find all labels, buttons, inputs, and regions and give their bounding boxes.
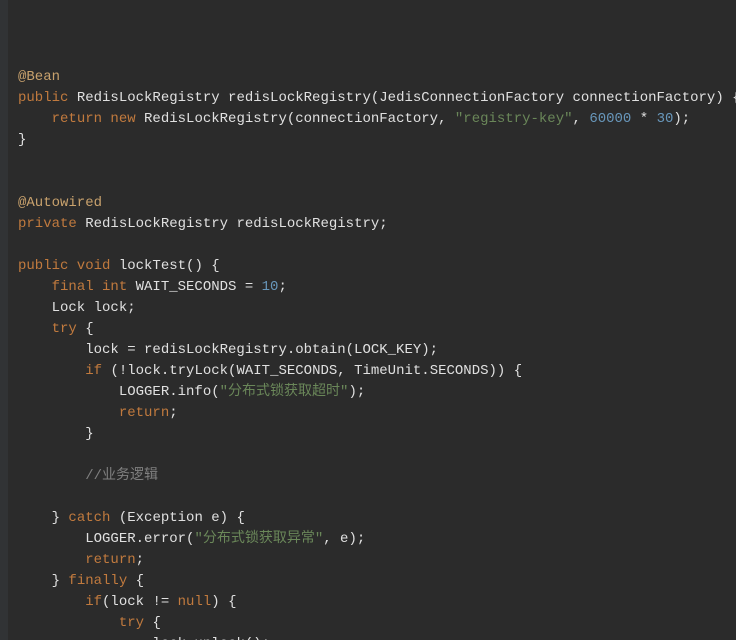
code-token: 10: [262, 279, 279, 295]
code-token: (Exception e) {: [119, 510, 245, 526]
code-editor[interactable]: @Bean public RedisLockRegistry redisLockR…: [0, 0, 736, 640]
code-token: if: [85, 594, 102, 610]
code-line: lock.unlock();: [18, 634, 736, 640]
code-line: lock = redisLockRegistry.obtain(LOCK_KEY…: [18, 340, 736, 361]
code-token: LOGGER.error(: [18, 531, 194, 547]
code-token: );: [673, 111, 690, 127]
code-line: try {: [18, 319, 736, 340]
code-token: [18, 405, 119, 421]
code-line: try {: [18, 613, 736, 634]
code-line: [18, 235, 736, 256]
code-line: //业务逻辑: [18, 466, 736, 487]
code-token: [18, 615, 119, 631]
code-token: *: [631, 111, 656, 127]
code-line: @Bean: [18, 67, 736, 88]
code-token: ,: [573, 111, 590, 127]
code-line: } finally {: [18, 571, 736, 592]
code-token: finally: [68, 573, 135, 589]
code-token: "registry-key": [455, 111, 573, 127]
code-token: lock.unlock();: [18, 636, 270, 640]
code-token: [18, 321, 52, 337]
code-token: lockTest() {: [119, 258, 220, 274]
code-token: [18, 594, 85, 610]
code-token: lock = redisLockRegistry.obtain(LOCK_KEY…: [18, 342, 438, 358]
code-line: return;: [18, 550, 736, 571]
code-line: [18, 172, 736, 193]
code-token: (!lock.tryLock(WAIT_SECONDS, TimeUnit.SE…: [110, 363, 522, 379]
code-line: public RedisLockRegistry redisLockRegist…: [18, 88, 736, 109]
code-token: ;: [169, 405, 177, 421]
code-token: ;: [278, 279, 286, 295]
code-line: }: [18, 424, 736, 445]
code-line: return new RedisLockRegistry(connectionF…: [18, 109, 736, 130]
code-token: {: [85, 321, 93, 337]
code-token: );: [348, 384, 365, 400]
code-token: if: [85, 363, 110, 379]
code-token: @Bean: [18, 69, 60, 85]
code-line: [18, 487, 736, 508]
code-token: 30: [657, 111, 674, 127]
code-token: RedisLockRegistry(connectionFactory,: [144, 111, 455, 127]
code-line: [18, 445, 736, 466]
code-token: 60000: [589, 111, 631, 127]
code-line: LOGGER.info("分布式锁获取超时");: [18, 382, 736, 403]
code-line: @Autowired: [18, 193, 736, 214]
code-token: "分布式锁获取异常": [194, 531, 323, 547]
code-line: if(lock != null) {: [18, 592, 736, 613]
code-line: private RedisLockRegistry redisLockRegis…: [18, 214, 736, 235]
code-token: [18, 363, 85, 379]
code-token: return: [85, 552, 135, 568]
code-token: final int: [52, 279, 136, 295]
code-token: {: [136, 573, 144, 589]
code-line: LOGGER.error("分布式锁获取异常", e);: [18, 529, 736, 550]
code-token: public void: [18, 258, 119, 274]
code-token: RedisLockRegistry redisLockRegistry(Jedi…: [77, 90, 736, 106]
code-token: LOGGER.info(: [18, 384, 220, 400]
code-token: [18, 111, 52, 127]
code-token: ) {: [211, 594, 236, 610]
code-line: final int WAIT_SECONDS = 10;: [18, 277, 736, 298]
code-token: @Autowired: [18, 195, 102, 211]
code-token: null: [178, 594, 212, 610]
code-token: }: [18, 132, 26, 148]
code-line: Lock lock;: [18, 298, 736, 319]
code-token: catch: [68, 510, 118, 526]
code-token: (lock !=: [102, 594, 178, 610]
code-line: } catch (Exception e) {: [18, 508, 736, 529]
code-token: RedisLockRegistry redisLockRegistry;: [85, 216, 387, 232]
code-container: @Bean public RedisLockRegistry redisLockR…: [18, 67, 736, 640]
code-token: }: [18, 510, 68, 526]
code-token: //业务逻辑: [85, 468, 158, 484]
code-token: }: [18, 426, 94, 442]
code-token: }: [18, 573, 68, 589]
code-token: ;: [136, 552, 144, 568]
code-line: public void lockTest() {: [18, 256, 736, 277]
code-line: [18, 151, 736, 172]
gutter-bar: [0, 0, 8, 640]
code-token: [18, 279, 52, 295]
code-line: if (!lock.tryLock(WAIT_SECONDS, TimeUnit…: [18, 361, 736, 382]
code-token: "分布式锁获取超时": [220, 384, 349, 400]
code-token: return: [119, 405, 169, 421]
code-line: }: [18, 130, 736, 151]
code-token: {: [152, 615, 160, 631]
code-token: [18, 552, 85, 568]
code-token: [18, 468, 85, 484]
code-token: try: [52, 321, 86, 337]
code-token: , e);: [323, 531, 365, 547]
code-token: return new: [52, 111, 144, 127]
code-token: private: [18, 216, 85, 232]
code-token: Lock lock;: [18, 300, 136, 316]
code-token: WAIT_SECONDS =: [136, 279, 262, 295]
code-token: public: [18, 90, 77, 106]
code-line: return;: [18, 403, 736, 424]
code-token: try: [119, 615, 153, 631]
